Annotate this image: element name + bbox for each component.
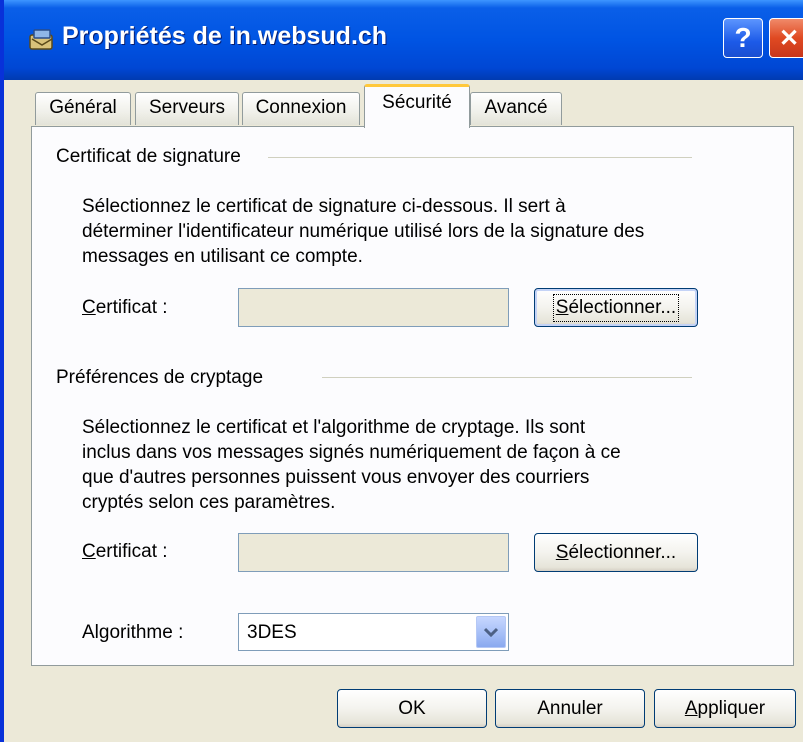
signing-certificate-field[interactable]	[238, 288, 509, 327]
label-mnemonic: C	[82, 541, 96, 562]
tab-servers[interactable]: Serveurs	[135, 92, 239, 125]
cancel-button[interactable]: Annuler	[495, 689, 645, 728]
tab-label: Serveurs	[148, 97, 226, 118]
help-icon: ?	[734, 22, 752, 53]
algorithm-select[interactable]: 3DES	[238, 613, 509, 651]
tab-advanced[interactable]: Avancé	[470, 92, 562, 125]
help-button[interactable]: ?	[723, 18, 763, 58]
button-label: Appliquer	[685, 698, 765, 720]
button-text: ppliquer	[697, 697, 766, 719]
description-line: Sélectionnez le certificat de signature …	[82, 196, 566, 217]
tab-label: Connexion	[255, 97, 347, 118]
signing-section-title: Certificat de signature	[56, 146, 245, 168]
tab-label: Avancé	[484, 97, 548, 118]
button-label: OK	[398, 697, 426, 719]
description-line: que d'autres personnes puissent vous env…	[82, 467, 590, 488]
ok-button[interactable]: OK	[337, 689, 487, 728]
button-mnemonic: S	[555, 541, 569, 563]
title-bar[interactable]: Propriétés de in.websud.ch ? ✕	[4, 0, 803, 80]
label-text: ertificat :	[95, 297, 168, 318]
button-mnemonic: S	[555, 296, 569, 318]
button-text: électionner...	[568, 541, 677, 563]
tab-label: Sécurité	[382, 92, 452, 113]
label-text: ertificat :	[95, 541, 168, 562]
signing-description: Sélectionnez le certificat de signature …	[82, 194, 644, 269]
algorithm-label: Algorithme :	[82, 622, 184, 643]
button-label: Sélectionner...	[552, 293, 680, 322]
description-line: messages en utilisant ce compte.	[82, 246, 363, 267]
close-button[interactable]: ✕	[769, 18, 803, 58]
account-properties-icon	[29, 29, 53, 50]
tab-label: Général	[49, 97, 117, 118]
algorithm-dropdown-button[interactable]	[476, 616, 506, 648]
description-line: Sélectionnez le certificat et l'algorith…	[82, 417, 586, 438]
signing-select-button[interactable]: Sélectionner...	[534, 288, 698, 327]
window-title: Propriétés de in.websud.ch	[62, 22, 388, 50]
button-label: Sélectionner...	[556, 542, 676, 564]
encryption-certificate-field[interactable]	[238, 533, 509, 572]
description-line: inclus dans vos messages signés numériqu…	[82, 442, 621, 463]
encryption-certificate-label: Certificat :	[82, 541, 168, 563]
chevron-down-icon	[484, 627, 498, 637]
label-mnemonic: C	[82, 297, 96, 318]
encryption-section-title: Préférences de cryptage	[56, 367, 268, 389]
properties-dialog: Propriétés de in.websud.ch ? ✕ Général S…	[0, 0, 803, 742]
tab-connection[interactable]: Connexion	[242, 92, 360, 125]
button-mnemonic: A	[684, 697, 698, 719]
section-divider	[268, 157, 692, 158]
algorithm-value: 3DES	[247, 622, 297, 643]
encryption-description: Sélectionnez le certificat et l'algorith…	[82, 415, 621, 515]
tab-general[interactable]: Général	[35, 92, 131, 125]
encryption-select-button[interactable]: Sélectionner...	[534, 533, 698, 572]
button-text: électionner...	[568, 296, 677, 318]
description-line: déterminer l'identificateur numérique ut…	[82, 221, 645, 242]
button-label: Annuler	[537, 697, 603, 719]
section-divider	[322, 377, 692, 378]
close-icon: ✕	[778, 24, 800, 52]
apply-button[interactable]: Appliquer	[654, 689, 796, 728]
description-line: cryptés selon ces paramètres.	[82, 492, 336, 513]
signing-certificate-label: Certificat :	[82, 297, 168, 319]
tab-security[interactable]: Sécurité	[364, 84, 470, 128]
